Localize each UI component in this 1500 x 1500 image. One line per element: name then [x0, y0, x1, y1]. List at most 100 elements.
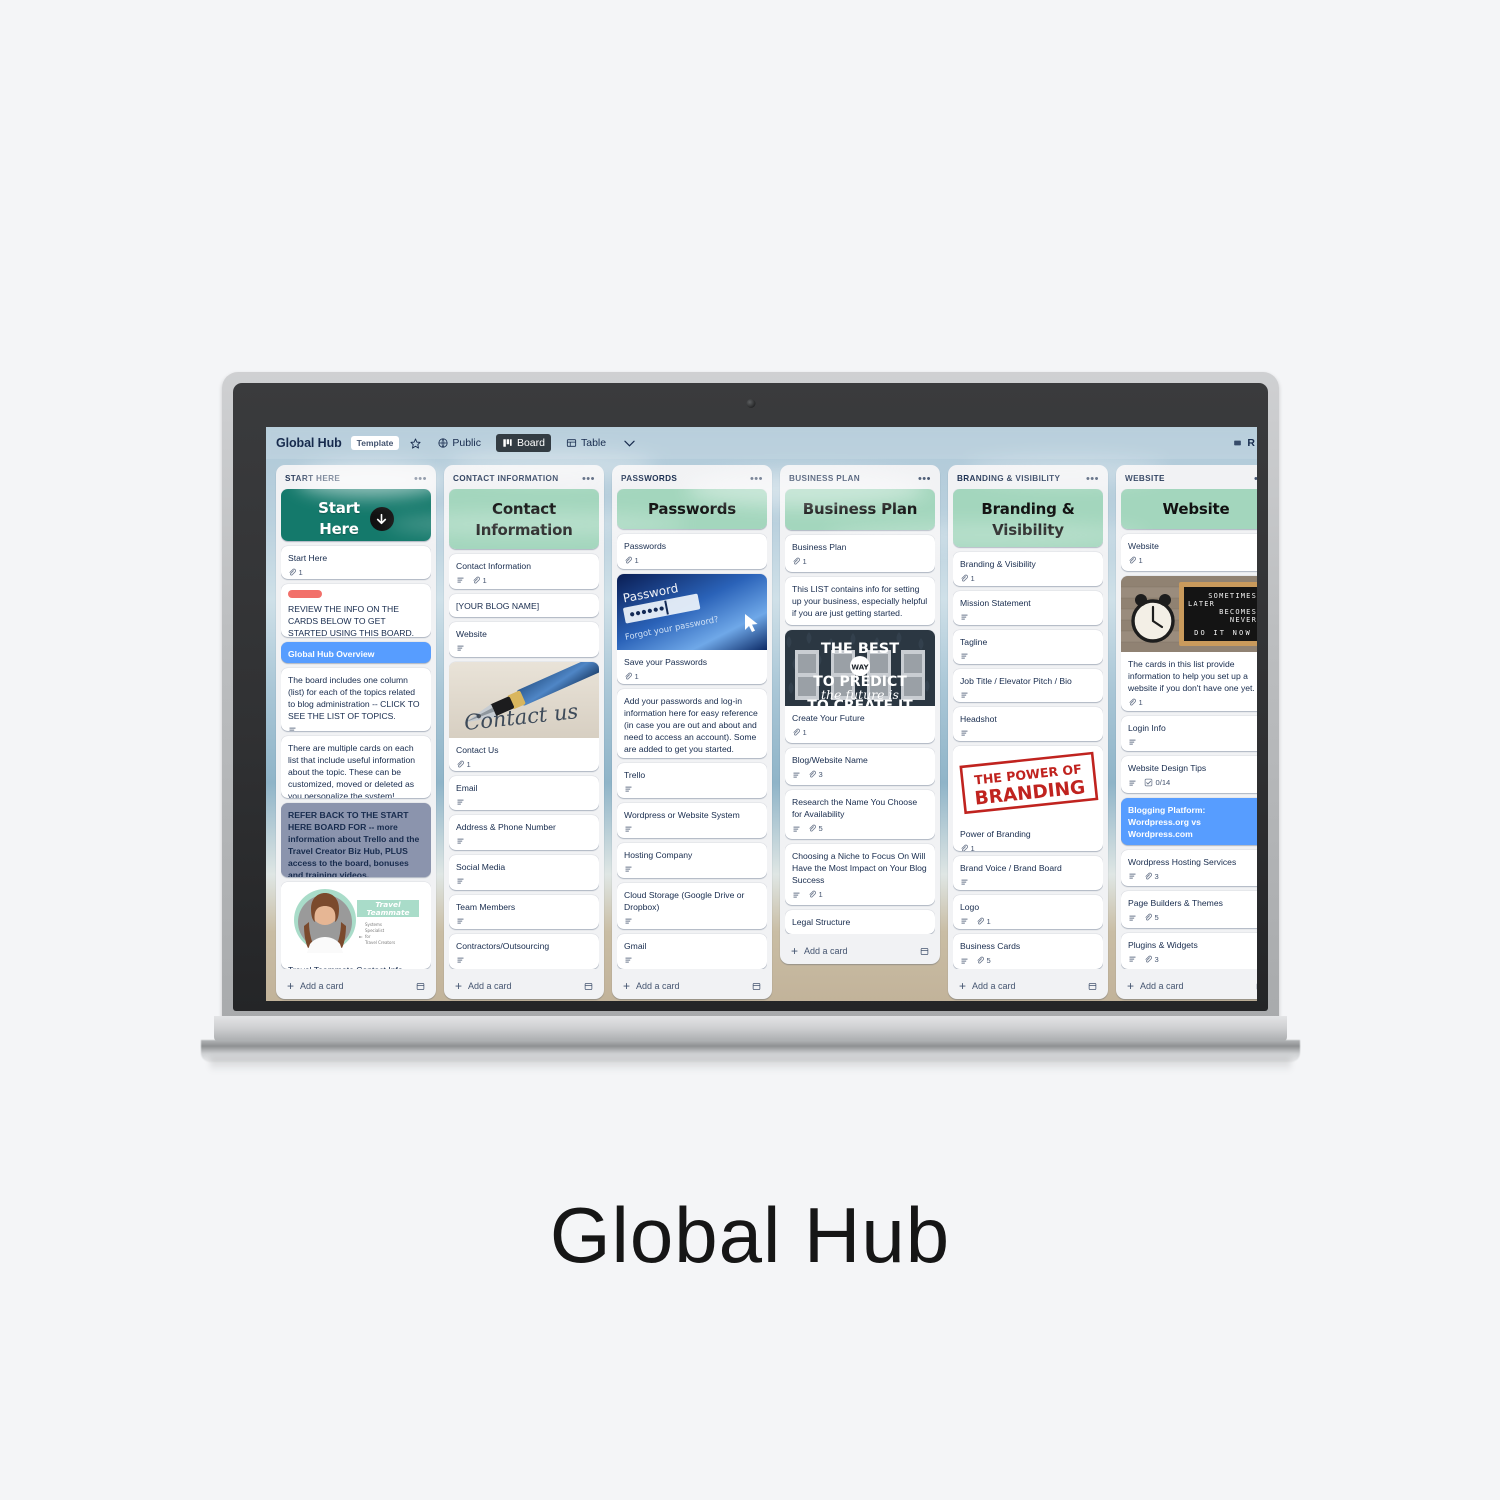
trello-board-app: Global Hub Template Public Board Table R…: [266, 427, 1257, 1001]
add-a-card-button[interactable]: + Add a card: [617, 973, 767, 999]
list-cards: Contact Information Contact Information 1…: [449, 489, 599, 969]
visibility-public-button[interactable]: Public: [432, 434, 487, 452]
add-a-card-button[interactable]: + Add a card: [953, 973, 1103, 999]
card-with-cover[interactable]: Password Forgot your password? Save your…: [617, 574, 767, 684]
list-menu-icon[interactable]: •••: [1254, 473, 1257, 484]
card[interactable]: [YOUR BLOG NAME]: [449, 594, 599, 618]
card[interactable]: Website 1: [1121, 534, 1257, 571]
card[interactable]: Email: [449, 775, 599, 811]
card[interactable]: Research the Name You Choose for Availab…: [785, 790, 935, 839]
card-with-cover[interactable]: Travel Teammate Systems Specialist for T…: [281, 881, 431, 969]
card[interactable]: The board includes one column (list) for…: [281, 667, 431, 731]
card-badges: 0/14: [1128, 778, 1257, 787]
card-title: Plugins & Widgets: [1128, 939, 1198, 950]
card[interactable]: Headshot: [953, 707, 1103, 741]
card[interactable]: Blog/Website Name 3: [785, 748, 935, 785]
card-title: Email: [456, 782, 478, 793]
card[interactable]: Contractors/Outsourcing: [449, 934, 599, 969]
card[interactable]: Page Builders & Themes 5: [1121, 891, 1257, 928]
card[interactable]: Contact Information 1: [449, 553, 599, 590]
topbar-right-partial[interactable]: R: [1233, 427, 1255, 459]
description-badge: [456, 837, 465, 845]
description-badge: [624, 865, 633, 873]
card[interactable]: Hosting Company: [617, 842, 767, 878]
laptop-lid: Global Hub Template Public Board Table R…: [222, 372, 1279, 1032]
tab-table-view[interactable]: Table: [560, 434, 612, 452]
card[interactable]: Trello: [617, 763, 767, 799]
card[interactable]: Gmail: [617, 934, 767, 969]
card[interactable]: This LIST contains info for setting up y…: [785, 577, 935, 625]
tab-board-view[interactable]: Board: [495, 434, 551, 452]
card[interactable]: There are multiple cards on each list th…: [281, 735, 431, 799]
card[interactable]: Job Title / Elevator Pitch / Bio: [953, 668, 1103, 703]
star-icon[interactable]: [408, 436, 423, 451]
card-badges: 1: [792, 728, 928, 737]
card-with-label[interactable]: REVIEW THE INFO ON THE CARDS BELOW TO GE…: [281, 583, 431, 637]
card-template-icon[interactable]: [1256, 982, 1257, 991]
card[interactable]: Choosing a Niche to Focus On Will Have t…: [785, 844, 935, 905]
description-icon: [1128, 738, 1137, 746]
card[interactable]: Start Here 1: [281, 546, 431, 579]
list-menu-icon[interactable]: •••: [918, 473, 931, 484]
description-icon: [792, 825, 801, 833]
laptop-screen: Global Hub Template Public Board Table R…: [266, 427, 1257, 1001]
card-blue[interactable]: Blogging Platform: Wordpress.org vs Word…: [1121, 797, 1257, 845]
card-blue[interactable]: Global Hub Overview: [281, 641, 431, 663]
card-template-icon[interactable]: [752, 982, 761, 991]
attachment-badge: 5: [808, 824, 823, 833]
card-title: Choosing a Niche to Focus On Will Have t…: [792, 851, 927, 885]
add-a-card-button[interactable]: + Add a card: [1121, 973, 1257, 999]
add-a-card-button[interactable]: + Add a card: [785, 938, 935, 964]
list-header-card[interactable]: Website: [1121, 489, 1257, 530]
card[interactable]: Legal Structure: [785, 910, 935, 934]
card-slate[interactable]: REFER BACK TO THE START HERE BOARD FOR -…: [281, 803, 431, 877]
card-title: Team Members: [456, 901, 516, 912]
card-template-icon[interactable]: [584, 982, 593, 991]
card-badges: [624, 956, 760, 964]
card[interactable]: Wordpress or Website System: [617, 803, 767, 838]
card[interactable]: Website: [449, 622, 599, 658]
card[interactable]: Cloud Storage (Google Drive or Dropbox): [617, 882, 767, 930]
card-template-icon[interactable]: [1088, 982, 1097, 991]
card-template-icon[interactable]: [416, 982, 425, 991]
card-with-cover[interactable]: THE POWER OF BRANDING Power of Branding 1: [953, 745, 1103, 852]
card[interactable]: Business Cards 5: [953, 934, 1103, 969]
card[interactable]: Address & Phone Number: [449, 815, 599, 851]
card[interactable]: Wordpress Hosting Services 3: [1121, 849, 1257, 887]
attachment-icon: [792, 728, 800, 737]
attachment-icon: [288, 568, 296, 577]
card-badges: 1: [960, 574, 1096, 583]
card[interactable]: Mission Statement: [953, 591, 1103, 626]
card[interactable]: Website Design Tips 0/14: [1121, 756, 1257, 793]
card-template-icon[interactable]: [920, 947, 929, 956]
card-cover-image: Password Forgot your password?: [617, 574, 767, 651]
card[interactable]: Passwords 1: [617, 533, 767, 570]
list-header-card[interactable]: Start Here: [281, 489, 431, 542]
card[interactable]: Brand Voice / Brand Board: [953, 856, 1103, 890]
banner-teal: Start Here: [281, 489, 431, 542]
card-title: Headshot: [960, 714, 997, 725]
card-badges: 3: [1128, 955, 1257, 964]
card-title: Cloud Storage (Google Drive or Dropbox): [624, 889, 745, 912]
card[interactable]: Add your passwords and log-in informatio…: [617, 688, 767, 759]
card[interactable]: Tagline: [953, 630, 1103, 664]
card-with-cover[interactable]: Contact us Contact Us 1: [449, 662, 599, 771]
add-a-card-button[interactable]: + Add a card: [281, 973, 431, 999]
card-badges: 5: [1128, 913, 1257, 922]
board-list: START HERE ••• StartHere Start Here1 REV…: [276, 465, 436, 999]
card[interactable]: Social Media: [449, 855, 599, 890]
add-a-card-button[interactable]: + Add a card: [449, 973, 599, 999]
card-badges: [960, 878, 1096, 886]
card-title: Blog/Website Name: [792, 755, 868, 765]
chevron-down-icon[interactable]: [621, 437, 638, 450]
attachment-badge: 5: [1144, 913, 1159, 922]
card[interactable]: Branding & Visibility 1: [953, 551, 1103, 587]
card-badges: [456, 917, 592, 925]
card[interactable]: Plugins & Widgets 3: [1121, 932, 1257, 969]
card[interactable]: Login Info: [1121, 715, 1257, 752]
card-with-cover[interactable]: SOMETIMES LATER BECOMES NEVER DO IT NOW …: [1121, 575, 1257, 711]
attachment-badge: 1: [624, 556, 639, 565]
card-with-cover[interactable]: THE BEST WAY TO PREDICT the future is TO…: [785, 630, 935, 743]
card[interactable]: Logo 1: [953, 894, 1103, 930]
card[interactable]: Team Members: [449, 894, 599, 930]
